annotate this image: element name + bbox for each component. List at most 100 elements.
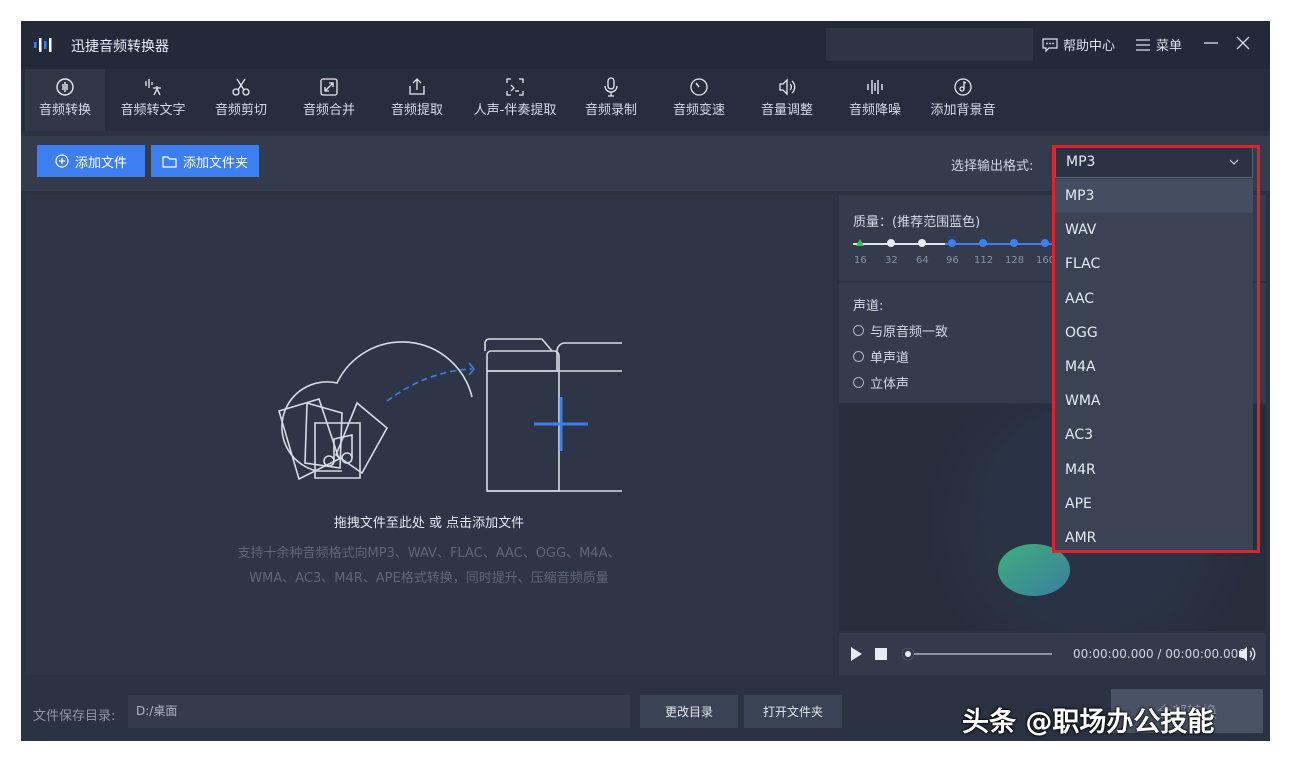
- quality-tick-dot[interactable]: [887, 239, 895, 247]
- tab-audio-speed[interactable]: 音频变速: [661, 69, 737, 131]
- hamburger-icon: [1136, 38, 1150, 51]
- menu-label: 菜单: [1156, 39, 1183, 54]
- format-option-ape[interactable]: APE: [1055, 487, 1253, 521]
- scissors-icon: [232, 78, 250, 96]
- app-title: 迅捷音频转换器: [71, 39, 169, 55]
- quality-label: 质量：(推荐范围蓝色): [853, 215, 981, 230]
- drop-desc-line2: WMA、AC3、M4R、APE格式转换，同时提升、压缩音频质量: [249, 571, 609, 586]
- format-option-flac[interactable]: FLAC: [1055, 247, 1253, 281]
- tab-label: 添加背景音: [930, 103, 996, 118]
- tab-label: 音频提取: [390, 103, 443, 118]
- tab-audio-extract[interactable]: 音频提取: [377, 69, 457, 131]
- output-format-select[interactable]: MP3: [1055, 146, 1253, 178]
- channel-option-mono[interactable]: 单声道: [853, 347, 909, 366]
- microphone-icon: [604, 77, 618, 97]
- app-logo-icon: [34, 38, 52, 52]
- menu-button[interactable]: 菜单: [1135, 35, 1182, 54]
- format-option-mp3[interactable]: MP3: [1055, 179, 1253, 214]
- tab-label: 音频录制: [584, 103, 637, 118]
- watermark: 头条 @职场办公技能: [962, 707, 1215, 738]
- app-window: 迅捷音频转换器 帮助中心 菜单 音频转换 音频转文字 音频剪切 音频合并 音频提…: [21, 21, 1270, 741]
- output-format-value: MP3: [1066, 154, 1096, 170]
- progress-handle[interactable]: [902, 648, 914, 660]
- quality-slider-handle[interactable]: [856, 239, 864, 246]
- add-folder-label: 添加文件夹: [182, 155, 248, 171]
- quality-tick-dot[interactable]: [948, 239, 956, 247]
- audio-to-text-icon: [145, 79, 161, 96]
- channel-option-stereo[interactable]: 立体声: [853, 373, 909, 392]
- tab-label: 人声-伴奏提取: [473, 103, 557, 118]
- tab-label: 音频变速: [672, 103, 725, 118]
- quality-tick-label: 16: [854, 255, 867, 266]
- tab-label: 音频剪切: [214, 103, 267, 118]
- help-center-label: 帮助中心: [1063, 39, 1116, 54]
- open-folder-button[interactable]: 打开文件夹: [744, 695, 842, 728]
- format-option-wav[interactable]: WAV: [1055, 213, 1253, 247]
- radio-button[interactable]: [853, 325, 864, 336]
- play-icon[interactable]: [849, 646, 863, 662]
- file-drop-area[interactable]: 拖拽文件至此处 或 点击添加文件 支持十余种音频格式向MP3、WAV、FLAC、…: [25, 195, 833, 675]
- format-option-ogg[interactable]: OGG: [1055, 316, 1253, 350]
- tab-audio-record[interactable]: 音频录制: [573, 69, 649, 131]
- tab-background-music[interactable]: 添加背景音: [923, 69, 1003, 131]
- vocal-extract-icon: [506, 78, 524, 96]
- format-option-wma[interactable]: WMA: [1055, 384, 1253, 418]
- channel-option-label: 单声道: [870, 351, 910, 366]
- title-search-box[interactable]: [826, 28, 1033, 61]
- tab-audio-denoise[interactable]: 音频降噪: [837, 69, 913, 131]
- chevron-down-icon: [1229, 159, 1239, 165]
- change-directory-button[interactable]: 更改目录: [640, 695, 738, 728]
- chat-help-icon: [1042, 37, 1058, 52]
- speed-icon: [690, 78, 708, 96]
- tab-label: 音频合并: [302, 103, 355, 118]
- format-option-aac[interactable]: AAC: [1055, 282, 1253, 316]
- output-format-label: 选择输出格式:: [951, 159, 1034, 174]
- radio-button[interactable]: [853, 351, 864, 362]
- merge-icon: [320, 78, 338, 96]
- format-dropdown-list: MP3 WAV FLAC AAC OGG M4A WMA AC3 M4R APE…: [1055, 179, 1253, 553]
- speaker-icon[interactable]: [1237, 645, 1257, 663]
- tab-volume-adjust[interactable]: 音量调整: [749, 69, 825, 131]
- tab-label: 音频转文字: [120, 103, 186, 118]
- quality-tick-label: 160: [1036, 255, 1056, 266]
- volume-icon: [779, 78, 796, 96]
- format-option-ac3[interactable]: AC3: [1055, 418, 1253, 452]
- quality-tick-dot[interactable]: [1041, 239, 1049, 247]
- drop-desc-line1: 支持十余种音频格式向MP3、WAV、FLAC、AAC、OGG、M4A、: [237, 546, 621, 561]
- add-file-label: 添加文件: [74, 155, 127, 171]
- tab-audio-convert[interactable]: 音频转换: [25, 69, 105, 131]
- channel-option-original[interactable]: 与原音频一致: [853, 321, 948, 340]
- progress-track[interactable]: [907, 653, 1052, 655]
- help-center-button[interactable]: 帮助中心: [1041, 35, 1115, 54]
- format-option-m4r[interactable]: M4R: [1055, 453, 1253, 487]
- quality-tick-dot[interactable]: [979, 239, 987, 247]
- quality-tick-dot[interactable]: [918, 239, 926, 247]
- stop-icon[interactable]: [875, 648, 887, 660]
- save-directory-label: 文件保存目录:: [33, 709, 116, 724]
- background-music-icon: [954, 78, 972, 96]
- tab-audio-cut[interactable]: 音频剪切: [201, 69, 281, 131]
- drop-title: 拖拽文件至此处 或 点击添加文件: [333, 516, 525, 531]
- save-directory-field[interactable]: D:/桌面: [128, 695, 630, 728]
- quality-tick-dot[interactable]: [1010, 239, 1018, 247]
- plus-circle-icon: [55, 154, 69, 168]
- format-option-amr[interactable]: AMR: [1055, 521, 1253, 555]
- add-folder-button[interactable]: 添加文件夹: [151, 145, 259, 177]
- folder-icon: [162, 155, 177, 168]
- radio-button[interactable]: [853, 377, 864, 388]
- tab-audio-to-text[interactable]: 音频转文字: [113, 69, 193, 131]
- channel-option-label: 立体声: [870, 377, 910, 392]
- minimize-icon[interactable]: [1201, 33, 1221, 53]
- close-icon[interactable]: [1233, 33, 1253, 53]
- quality-tick-label: 32: [885, 255, 898, 266]
- channel-option-label: 与原音频一致: [870, 325, 949, 340]
- tab-label: 音量调整: [760, 103, 813, 118]
- title-bar: 迅捷音频转换器 帮助中心 菜单: [21, 21, 1270, 69]
- tab-audio-merge[interactable]: 音频合并: [289, 69, 369, 131]
- tab-label: 音频转换: [38, 103, 91, 118]
- tab-vocal-extract[interactable]: 人声-伴奏提取: [467, 69, 563, 131]
- format-option-m4a[interactable]: M4A: [1055, 350, 1253, 384]
- playback-time: 00:00:00.000 / 00:00:00.000: [1073, 647, 1246, 661]
- add-file-button[interactable]: 添加文件: [37, 145, 145, 177]
- channel-label: 声道:: [853, 299, 884, 314]
